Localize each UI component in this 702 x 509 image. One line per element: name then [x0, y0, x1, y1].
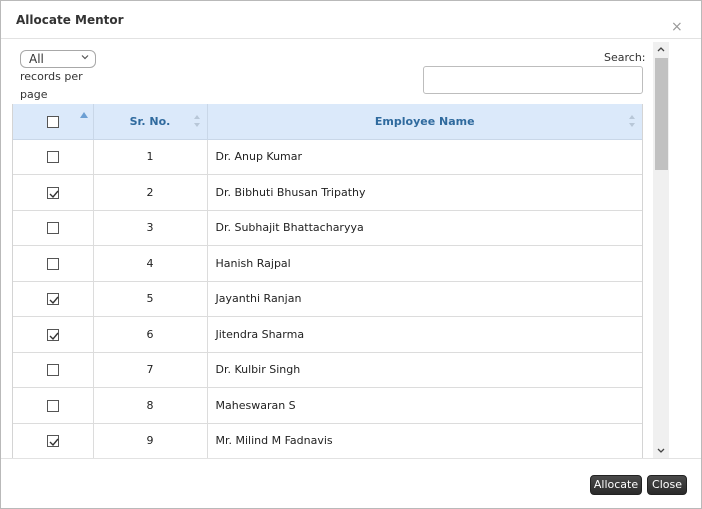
- row-select-cell: [13, 352, 94, 388]
- row-checkbox[interactable]: [46, 399, 59, 412]
- records-per-page-select[interactable]: All: [20, 50, 96, 68]
- table-body: 1 Dr. Anup Kumar 2 Dr. Bibhuti Bhusan Tripa…: [13, 139, 642, 458]
- select-all-header[interactable]: [13, 104, 94, 140]
- allocate-button[interactable]: Allocate: [590, 475, 642, 495]
- row-select-cell: [13, 139, 94, 175]
- row-select-cell: [13, 423, 94, 458]
- close-icon[interactable]: ×: [671, 20, 683, 34]
- row-checkbox[interactable]: [46, 364, 59, 377]
- row-select-cell: [13, 245, 94, 282]
- table-row[interactable]: 6 Jitendra Sharma: [13, 316, 642, 353]
- chevron-down-icon: [81, 55, 89, 60]
- employee-name-cell: Dr. Anup Kumar: [207, 139, 642, 175]
- row-checkbox[interactable]: [46, 151, 59, 164]
- sr-no-cell: 8: [93, 387, 208, 424]
- employee-name-cell: Maheswaran S: [207, 387, 642, 424]
- table-header-row: Sr. No. Employee Name: [13, 104, 642, 140]
- employee-name-cell: Jitendra Sharma: [207, 316, 642, 353]
- sr-no-cell: 5: [93, 281, 208, 317]
- scroll-down-arrow-icon[interactable]: [653, 444, 669, 458]
- allocate-mentor-dialog: Allocate Mentor × All records per page S…: [0, 0, 702, 509]
- sr-no-header-label: Sr. No.: [129, 114, 171, 128]
- sr-no-cell: 4: [93, 245, 208, 282]
- checkmark-icon: [49, 438, 59, 447]
- checkmark-icon: [49, 190, 59, 198]
- employee-name-cell: Dr. Subhajit Bhattacharyya: [207, 210, 642, 246]
- row-checkbox[interactable]: [46, 186, 59, 199]
- search-input[interactable]: [423, 66, 643, 94]
- select-all-checkbox[interactable]: [46, 115, 59, 128]
- employee-name-cell: Dr. Bibhuti Bhusan Tripathy: [207, 174, 642, 211]
- sr-no-cell: 7: [93, 352, 208, 388]
- employee-name-cell: Mr. Milind M Fadnavis: [207, 423, 642, 458]
- dialog-title: Allocate Mentor: [16, 13, 124, 27]
- sort-ascending-icon: [80, 112, 88, 118]
- records-per-page-value: All: [29, 52, 44, 66]
- vertical-scrollbar[interactable]: [653, 42, 669, 458]
- employee-name-header[interactable]: Employee Name: [207, 104, 642, 140]
- sr-no-cell: 3: [93, 210, 208, 246]
- table-row[interactable]: 2 Dr. Bibhuti Bhusan Tripathy: [13, 174, 642, 211]
- table-row[interactable]: 5 Jayanthi Ranjan: [13, 281, 642, 317]
- table-row[interactable]: 1 Dr. Anup Kumar: [13, 139, 642, 175]
- mentor-table: Sr. No. Employee Name 1 Dr. Anup Kumar 2…: [13, 104, 642, 458]
- sr-no-cell: 1: [93, 139, 208, 175]
- employee-name-header-label: Employee Name: [374, 114, 475, 128]
- row-select-cell: [13, 210, 94, 246]
- sr-no-cell: 9: [93, 423, 208, 458]
- sr-no-header[interactable]: Sr. No.: [93, 104, 208, 140]
- scrollbar-thumb[interactable]: [655, 58, 668, 170]
- row-checkbox[interactable]: [46, 257, 59, 270]
- row-checkbox[interactable]: [46, 293, 59, 306]
- row-select-cell: [13, 174, 94, 211]
- row-checkbox[interactable]: [46, 435, 59, 448]
- row-checkbox[interactable]: [46, 222, 59, 235]
- dialog-body: All records per page Search: Sr. No. Emp…: [1, 40, 701, 458]
- dialog-header: Allocate Mentor ×: [1, 1, 701, 39]
- close-button[interactable]: Close: [647, 475, 687, 495]
- table-row[interactable]: 7 Dr. Kulbir Singh: [13, 352, 642, 388]
- employee-name-cell: Jayanthi Ranjan: [207, 281, 642, 317]
- sr-no-cell: 2: [93, 174, 208, 211]
- employee-name-cell: Hanish Rajpal: [207, 245, 642, 282]
- table-row[interactable]: 4 Hanish Rajpal: [13, 245, 642, 282]
- records-per-page-label: records per page: [20, 70, 83, 101]
- checkmark-icon: [49, 296, 59, 305]
- search-label: Search:: [604, 51, 646, 64]
- sr-no-cell: 6: [93, 316, 208, 353]
- row-select-cell: [13, 316, 94, 353]
- table-row[interactable]: 8 Maheswaran S: [13, 387, 642, 424]
- employee-name-cell: Dr. Kulbir Singh: [207, 352, 642, 388]
- mentor-table-wrapper: Sr. No. Employee Name 1 Dr. Anup Kumar 2…: [12, 104, 643, 458]
- table-row[interactable]: 3 Dr. Subhajit Bhattacharyya: [13, 210, 642, 246]
- row-select-cell: [13, 281, 94, 317]
- sort-both-icon: [193, 115, 200, 127]
- row-checkbox[interactable]: [46, 328, 59, 341]
- row-select-cell: [13, 387, 94, 424]
- sort-both-icon: [629, 115, 635, 127]
- table-row[interactable]: 9 Mr. Milind M Fadnavis: [13, 423, 642, 458]
- scroll-up-arrow-icon[interactable]: [653, 42, 669, 56]
- dialog-footer: Allocate Close: [1, 458, 701, 508]
- checkmark-icon: [49, 332, 59, 340]
